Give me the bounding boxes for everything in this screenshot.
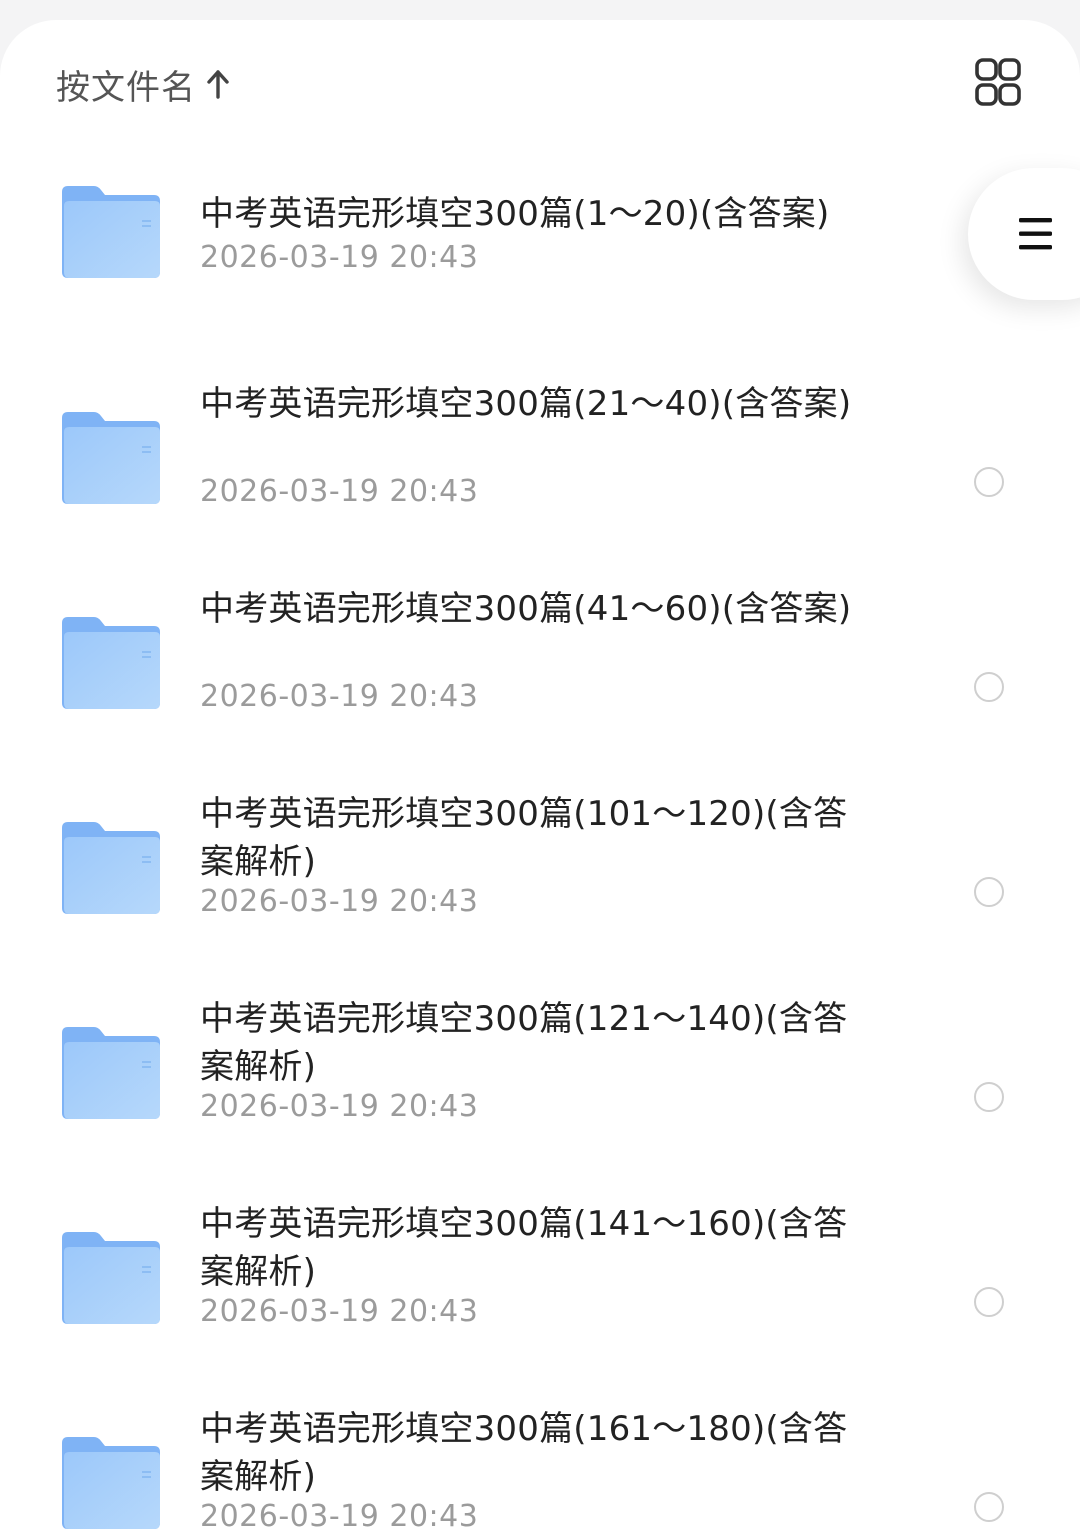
file-date: 2026-03-19 20:43 (200, 679, 479, 714)
folder-icon (60, 1232, 162, 1324)
folder-icon (60, 186, 162, 278)
file-date: 2026-03-19 20:43 (200, 1499, 479, 1531)
sort-label: 按文件名 (56, 67, 196, 108)
sort-by-filename-button[interactable]: 按文件名 (56, 60, 230, 108)
file-row[interactable]: 中考英语完形填空300篇(1～20)(含答案) 2026-03-19 20:43 (0, 170, 1080, 360)
file-name: 中考英语完形填空300篇(121～140)(含答案解析) (200, 999, 848, 1087)
select-checkbox[interactable] (974, 1492, 1004, 1522)
hamburger-menu-icon (1019, 218, 1052, 250)
grid-view-icon (975, 58, 1021, 106)
select-checkbox[interactable] (974, 1287, 1004, 1317)
select-checkbox[interactable] (974, 1082, 1004, 1112)
file-row[interactable]: 中考英语完形填空300篇(21～40)(含答案) 2026-03-19 20:43 (0, 360, 1080, 550)
file-name: 中考英语完形填空300篇(141～160)(含答案解析) (200, 1204, 848, 1292)
grid-view-toggle-button[interactable] (968, 58, 1026, 110)
file-name: 中考英语完形填空300篇(41～60)(含答案) (200, 589, 852, 629)
file-row[interactable]: 中考英语完形填空300篇(161～180)(含答案解析) 2026-03-19 2… (0, 1385, 1080, 1531)
file-date: 2026-03-19 20:43 (200, 474, 479, 509)
select-checkbox[interactable] (974, 467, 1004, 497)
folder-icon (60, 822, 162, 914)
file-name: 中考英语完形填空300篇(21～40)(含答案) (200, 384, 852, 424)
folder-icon (60, 1027, 162, 1119)
file-date: 2026-03-19 20:43 (200, 1294, 479, 1329)
file-date: 2026-03-19 20:43 (200, 884, 479, 919)
file-date: 2026-03-19 20:43 (200, 240, 479, 275)
file-name: 中考英语完形填空300篇(101～120)(含答案解析) (200, 794, 848, 882)
file-row[interactable]: 中考英语完形填空300篇(141～160)(含答案解析) 2026-03-19 2… (0, 1180, 1080, 1370)
file-row[interactable]: 中考英语完形填空300篇(121～140)(含答案解析) 2026-03-19 2… (0, 975, 1080, 1165)
arrow-up-icon (206, 69, 230, 99)
file-row[interactable]: 中考英语完形填空300篇(101～120)(含答案解析) 2026-03-19 2… (0, 770, 1080, 960)
folder-icon (60, 1437, 162, 1529)
file-name: 中考英语完形填空300篇(161～180)(含答案解析) (200, 1409, 848, 1497)
file-list-sheet: 按文件名 中考英语完形填空300篇(1～20)(含答案) 2026-03-19 2… (0, 20, 1080, 1531)
folder-icon (60, 412, 162, 504)
select-checkbox[interactable] (974, 672, 1004, 702)
file-date: 2026-03-19 20:43 (200, 1089, 479, 1124)
select-checkbox[interactable] (974, 877, 1004, 907)
file-row[interactable]: 中考英语完形填空300篇(41～60)(含答案) 2026-03-19 20:43 (0, 565, 1080, 755)
file-name: 中考英语完形填空300篇(1～20)(含答案) (200, 194, 830, 234)
folder-icon (60, 617, 162, 709)
